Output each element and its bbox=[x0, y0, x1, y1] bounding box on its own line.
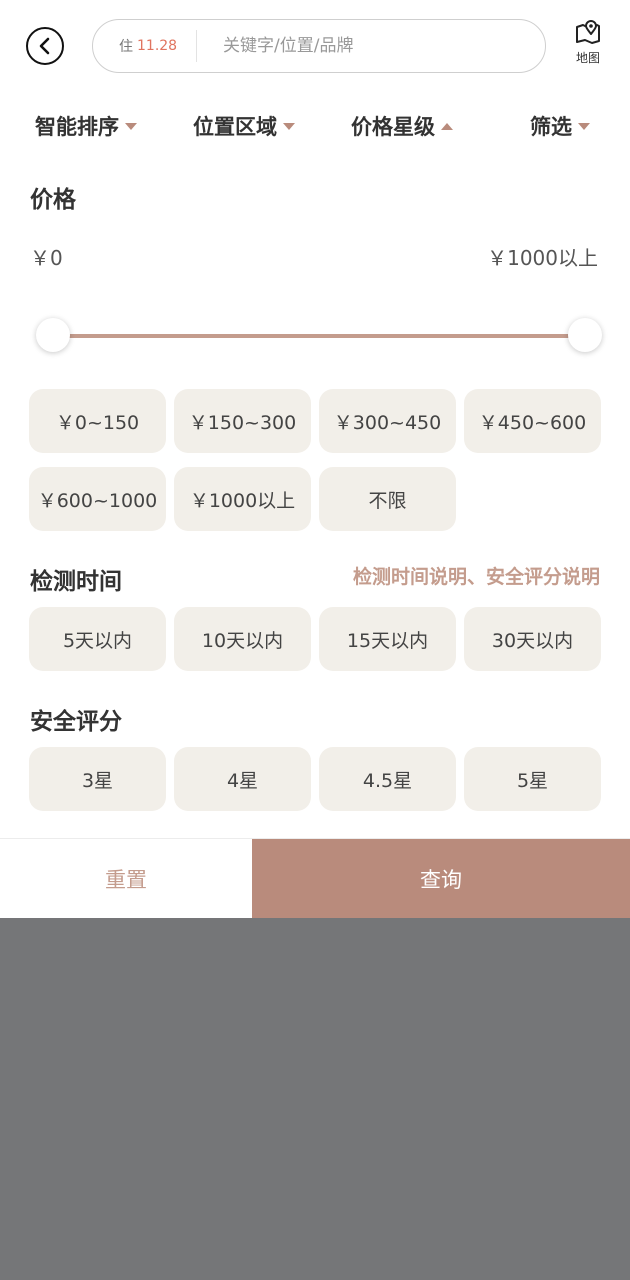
price-option-chip[interactable]: ￥450~600 bbox=[464, 389, 601, 453]
price-option-chip[interactable]: ￥150~300 bbox=[174, 389, 311, 453]
back-button[interactable] bbox=[26, 27, 64, 65]
top-bar: 住 11.28 地图 bbox=[0, 0, 630, 92]
detection-time-title: 检测时间 bbox=[30, 569, 122, 595]
price-title: 价格 bbox=[30, 187, 76, 213]
query-button[interactable]: 查询 bbox=[252, 839, 630, 918]
tab-label: 智能排序 bbox=[35, 115, 119, 139]
price-option-chip[interactable]: ￥600~1000 bbox=[29, 467, 166, 531]
price-range-slider[interactable] bbox=[36, 310, 602, 358]
slider-track bbox=[52, 334, 586, 338]
safety-option-chip[interactable]: 5星 bbox=[464, 747, 601, 811]
safety-rating-title: 安全评分 bbox=[30, 709, 122, 735]
back-arrow-icon bbox=[39, 37, 50, 55]
map-label: 地图 bbox=[575, 51, 600, 65]
map-pin-icon bbox=[576, 20, 600, 44]
stay-date-selector[interactable]: 住 11.28 bbox=[93, 30, 197, 62]
search-input[interactable] bbox=[223, 36, 523, 56]
slider-handle-min[interactable] bbox=[36, 318, 70, 352]
chevron-down-icon bbox=[578, 122, 590, 130]
detection-option-chip[interactable]: 10天以内 bbox=[174, 607, 311, 671]
tab-label: 价格星级 bbox=[351, 115, 435, 139]
tab-label: 位置区域 bbox=[193, 115, 277, 139]
search-box[interactable]: 住 11.28 bbox=[92, 19, 546, 73]
filter-tabs: 智能排序 位置区域 价格星级 筛选 bbox=[0, 104, 630, 148]
tab-price-star[interactable]: 价格星级 bbox=[351, 104, 453, 148]
detection-option-chip[interactable]: 5天以内 bbox=[29, 607, 166, 671]
safety-option-chip[interactable]: 4星 bbox=[174, 747, 311, 811]
explanation-link[interactable]: 检测时间说明、安全评分说明 bbox=[353, 562, 600, 589]
reset-button[interactable]: 重置 bbox=[0, 839, 252, 918]
price-option-chip[interactable]: ￥1000以上 bbox=[174, 467, 311, 531]
price-option-chip[interactable]: ￥0~150 bbox=[29, 389, 166, 453]
stay-label: 住 bbox=[119, 39, 133, 55]
safety-option-chip[interactable]: 4.5星 bbox=[319, 747, 456, 811]
tab-location-area[interactable]: 位置区域 bbox=[193, 104, 295, 148]
slider-handle-max[interactable] bbox=[568, 318, 602, 352]
stay-date: 11.28 bbox=[137, 38, 178, 54]
map-button[interactable]: 地图 bbox=[566, 20, 610, 76]
detection-option-chip[interactable]: 30天以内 bbox=[464, 607, 601, 671]
dim-overlay[interactable] bbox=[0, 918, 630, 1280]
tab-filter[interactable]: 筛选 bbox=[530, 104, 590, 148]
tab-label: 筛选 bbox=[530, 115, 572, 139]
safety-option-chip[interactable]: 3星 bbox=[29, 747, 166, 811]
chevron-down-icon bbox=[283, 122, 295, 130]
price-option-chip[interactable]: ￥300~450 bbox=[319, 389, 456, 453]
chevron-up-icon bbox=[441, 122, 453, 130]
price-min-label: ￥0 bbox=[30, 246, 63, 270]
price-max-label: ￥1000以上 bbox=[487, 246, 598, 270]
price-option-chip[interactable]: 不限 bbox=[319, 467, 456, 531]
chevron-down-icon bbox=[125, 122, 137, 130]
detection-option-chip[interactable]: 15天以内 bbox=[319, 607, 456, 671]
tab-smart-sort[interactable]: 智能排序 bbox=[35, 104, 137, 148]
